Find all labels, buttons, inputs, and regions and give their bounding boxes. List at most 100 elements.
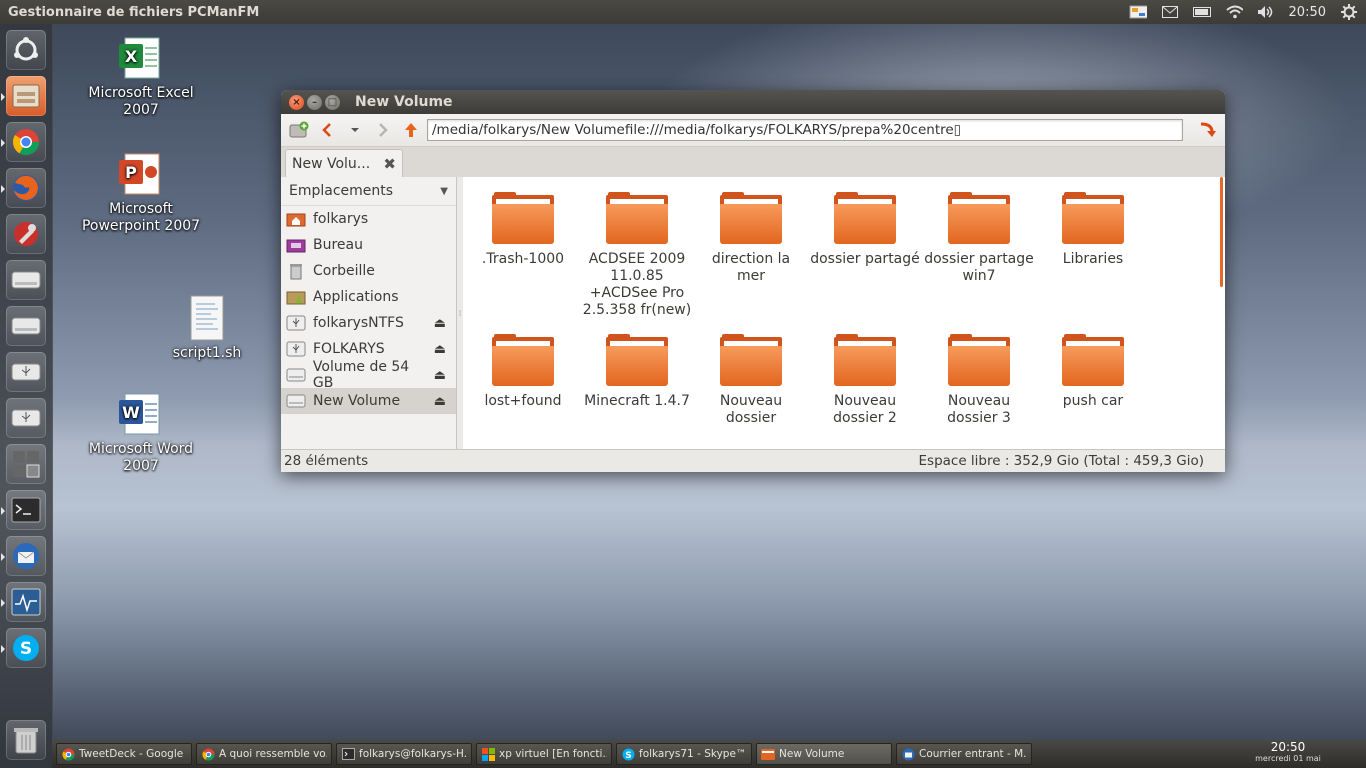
file-item[interactable]: Nouveau dossier — [696, 334, 806, 427]
volume-icon[interactable] — [1257, 5, 1275, 19]
file-item[interactable]: Libraries — [1038, 192, 1148, 268]
path-input[interactable] — [427, 119, 1183, 141]
file-item[interactable]: lost+found — [468, 334, 578, 410]
launcher-drive-2[interactable] — [6, 306, 46, 346]
eject-icon[interactable]: ⏏ — [434, 394, 446, 409]
sidebar-item-label: Applications — [313, 289, 399, 305]
launcher-file-manager[interactable] — [1, 76, 46, 116]
svg-text:W: W — [122, 403, 140, 422]
file-name: push car — [1062, 393, 1124, 409]
file-item[interactable]: direction la mer — [696, 192, 806, 285]
launcher-workspaces[interactable] — [6, 444, 46, 484]
launcher-firefox[interactable] — [1, 168, 46, 208]
keyboard-layout-icon[interactable] — [1129, 5, 1147, 19]
launcher-drive-1[interactable] — [6, 260, 46, 300]
eject-icon[interactable]: ⏏ — [434, 316, 446, 331]
file-item[interactable]: Nouveau dossier 2 — [810, 334, 920, 427]
file-item[interactable]: Nouveau dossier 3 — [924, 334, 1034, 427]
skype-icon: S — [13, 635, 39, 661]
window-close-button[interactable]: × — [289, 94, 304, 110]
task-new-volume[interactable]: New Volume — [756, 743, 892, 765]
file-item[interactable]: Minecraft 1.4.7 — [582, 334, 692, 410]
task-virtualbox[interactable]: xp virtuel [En foncti... — [476, 743, 612, 765]
window-maximize-button[interactable]: □ — [325, 94, 340, 110]
sidebar-item-volume-54gb[interactable]: Volume de 54 GB ⏏ — [281, 359, 456, 391]
wifi-icon[interactable] — [1225, 5, 1243, 19]
launcher: S — [0, 24, 53, 768]
sidebar-mode-dropdown[interactable]: Emplacements ▼ — [281, 177, 456, 206]
new-tab-button[interactable] — [287, 118, 311, 142]
home-folder-icon — [285, 210, 307, 228]
launcher-usb-2[interactable] — [6, 398, 46, 438]
trash-icon — [285, 262, 307, 280]
sidebar-item-label: FOLKARYS — [313, 341, 385, 357]
desktop-icon-script[interactable]: script1.sh — [147, 294, 267, 362]
go-button[interactable] — [1195, 118, 1219, 142]
file-item[interactable]: ACDSEE 2009 11.0.85 +ACDSee Pro 2.5.358 … — [582, 192, 692, 319]
folder-icon — [720, 334, 782, 387]
parent-folder-button[interactable] — [399, 118, 423, 142]
file-item[interactable]: .Trash-1000 — [468, 192, 578, 268]
eject-icon[interactable]: ⏏ — [434, 368, 446, 383]
launcher-settings[interactable] — [6, 214, 46, 254]
desktop-icon-excel[interactable]: X Microsoft Excel 2007 — [81, 34, 201, 119]
chrome-icon — [12, 129, 40, 156]
taskbar-clock[interactable]: 20:50 mercredi 01 mai — [1250, 740, 1326, 768]
hard-drive-icon — [11, 317, 41, 335]
file-manager-window: × – □ New Volume New Volu... ✖ — [281, 90, 1225, 472]
file-name: dossier partage win7 — [924, 251, 1034, 284]
desktop-icon-word[interactable]: W Microsoft Word 2007 — [81, 390, 201, 475]
task-label: folkarys71 - Skype™ — [639, 748, 747, 760]
file-name: Nouveau dossier 2 — [833, 393, 897, 426]
launcher-usb-1[interactable] — [6, 352, 46, 392]
battery-icon[interactable] — [1192, 5, 1211, 19]
task-mail[interactable]: Courrier entrant - M... — [896, 743, 1032, 765]
tab-close-icon[interactable]: ✖ — [383, 155, 396, 173]
file-item[interactable]: push car — [1038, 334, 1148, 410]
back-button[interactable] — [315, 118, 339, 142]
clock[interactable]: 20:50 — [1289, 5, 1326, 20]
sidebar-item-applications[interactable]: Applications — [281, 284, 456, 310]
sidebar-item-folkarys[interactable]: folkarys — [281, 206, 456, 232]
thunderbird-icon — [13, 543, 39, 569]
window-titlebar[interactable]: × – □ New Volume — [281, 90, 1225, 114]
folder-icon — [948, 192, 1010, 245]
eject-icon[interactable]: ⏏ — [434, 342, 446, 357]
dash-home-button[interactable] — [6, 30, 46, 70]
file-view: .Trash-1000 ACDSEE 2009 11.0.85 +ACDSee … — [463, 177, 1225, 450]
task-skype[interactable]: S folkarys71 - Skype™ — [616, 743, 752, 765]
tab-new-volume[interactable]: New Volu... ✖ — [285, 149, 403, 177]
sidebar-item-folkarysntfs[interactable]: folkarysNTFS ⏏ — [281, 310, 456, 336]
desktop-icon-label: Microsoft Word 2007 — [88, 441, 194, 474]
task-label: folkarys@folkarys-H... — [359, 748, 467, 760]
desktop-icon-powerpoint[interactable]: P Microsoft Powerpoint 2007 — [81, 150, 201, 235]
window-minimize-button[interactable]: – — [307, 94, 322, 110]
sidebar-item-new-volume[interactable]: New Volume ⏏ — [281, 388, 456, 414]
folder-icon — [606, 334, 668, 387]
file-item[interactable]: dossier partage win7 — [924, 192, 1034, 285]
launcher-chrome[interactable] — [1, 122, 46, 162]
sidebar-item-bureau[interactable]: Bureau — [281, 232, 456, 258]
vertical-scrollbar[interactable] — [1220, 177, 1223, 287]
launcher-trash[interactable] — [6, 720, 46, 760]
launcher-thunderbird[interactable] — [1, 536, 46, 576]
usb-drive-icon — [285, 314, 307, 332]
task-chrome-page[interactable]: A quoi ressemble vo... — [196, 743, 332, 765]
launcher-terminal[interactable] — [1, 490, 46, 530]
sidebar-item-corbeille[interactable]: Corbeille — [281, 258, 456, 284]
mail-icon[interactable] — [1161, 5, 1179, 19]
item-count: 28 éléments — [284, 453, 369, 469]
sidebar-item-label: Bureau — [313, 237, 363, 253]
session-gear-icon[interactable] — [1340, 4, 1358, 20]
file-item[interactable]: dossier partagé — [810, 192, 920, 268]
folder-icon — [606, 192, 668, 245]
task-tweetdeck[interactable]: TweetDeck - Google ... — [56, 743, 192, 765]
firefox-icon — [13, 175, 39, 201]
chevron-down-icon: ▼ — [440, 185, 448, 197]
folder-icon — [834, 334, 896, 387]
history-dropdown-button[interactable] — [343, 118, 367, 142]
launcher-skype[interactable]: S — [1, 628, 46, 668]
task-terminal[interactable]: folkarys@folkarys-H... — [336, 743, 472, 765]
forward-button[interactable] — [371, 118, 395, 142]
launcher-system-monitor[interactable] — [1, 582, 46, 622]
